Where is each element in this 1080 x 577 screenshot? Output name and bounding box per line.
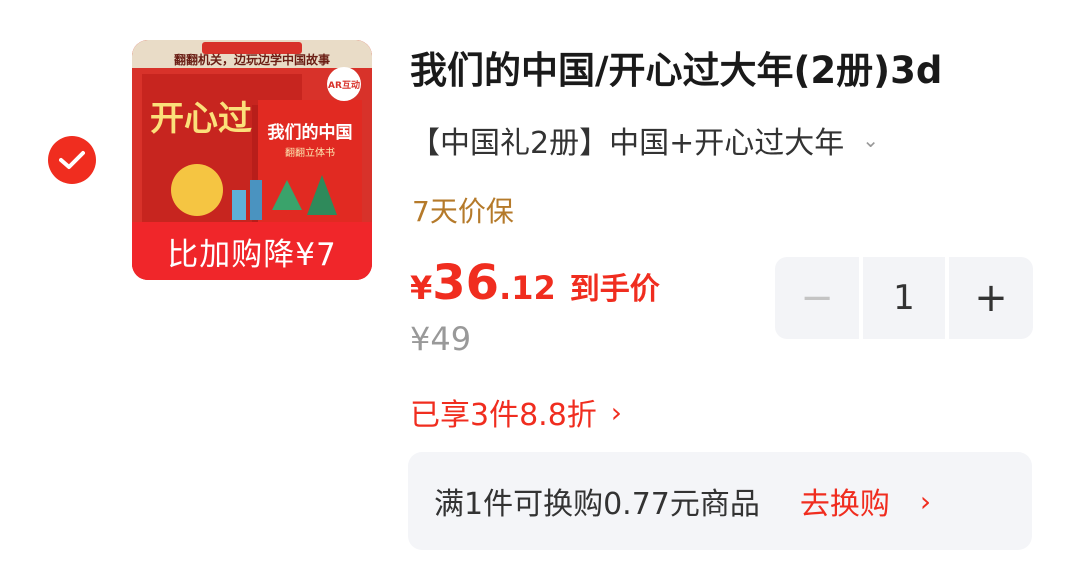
price-currency: ¥ bbox=[410, 269, 433, 307]
cover-top-text: 翻翻机关，边玩边学中国故事 bbox=[174, 52, 330, 67]
discount-link[interactable]: 已享3件8.8折 › bbox=[410, 390, 622, 434]
quantity-input[interactable]: 1 bbox=[863, 257, 945, 339]
decrease-quantity-button[interactable]: − bbox=[775, 257, 859, 339]
thumbnail-promo-banner: 比加购降¥7 bbox=[132, 222, 372, 280]
book-title-text: 我们的中国 bbox=[268, 122, 353, 143]
select-checkbox[interactable] bbox=[48, 136, 96, 184]
increase-quantity-button[interactable]: + bbox=[949, 257, 1033, 339]
chevron-right-icon: › bbox=[610, 395, 622, 429]
product-thumbnail[interactable]: 翻翻机关，边玩边学中国故事 开心过大年 我们的中国 翻翻立体书 AR互动 比加购… bbox=[132, 40, 372, 280]
price-decimal: .12 bbox=[499, 269, 556, 307]
book-subtitle-text: 翻翻立体书 bbox=[285, 146, 335, 159]
chevron-right-icon: › bbox=[919, 484, 932, 518]
exchange-offer-bar[interactable]: 满1件可换购0.77元商品 去换购 › bbox=[408, 452, 1032, 550]
exchange-link[interactable]: 去换购 bbox=[800, 479, 890, 523]
quantity-stepper: − 1 + bbox=[775, 257, 1033, 339]
original-price: ¥49 bbox=[410, 320, 472, 358]
final-price: ¥ 36 .12 到手价 bbox=[410, 255, 660, 311]
price-suffix: 到手价 bbox=[569, 272, 660, 307]
ar-badge-text: AR互动 bbox=[328, 80, 360, 91]
discount-text: 已享3件8.8折 bbox=[410, 398, 597, 433]
exchange-offer-text: 满1件可换购0.77元商品 bbox=[434, 487, 760, 522]
variant-label: 【中国礼2册】中国+开心过大年 bbox=[410, 126, 845, 161]
price-integer: 36 bbox=[432, 255, 500, 311]
variant-selector[interactable]: 【中国礼2册】中国+开心过大年 ⌄ bbox=[410, 118, 879, 162]
price-guarantee-tag: 7天价保 bbox=[412, 195, 514, 228]
chevron-down-icon: ⌄ bbox=[862, 128, 879, 152]
product-title[interactable]: 我们的中国/开心过大年(2册)3d bbox=[410, 40, 1050, 94]
check-icon bbox=[59, 151, 85, 169]
